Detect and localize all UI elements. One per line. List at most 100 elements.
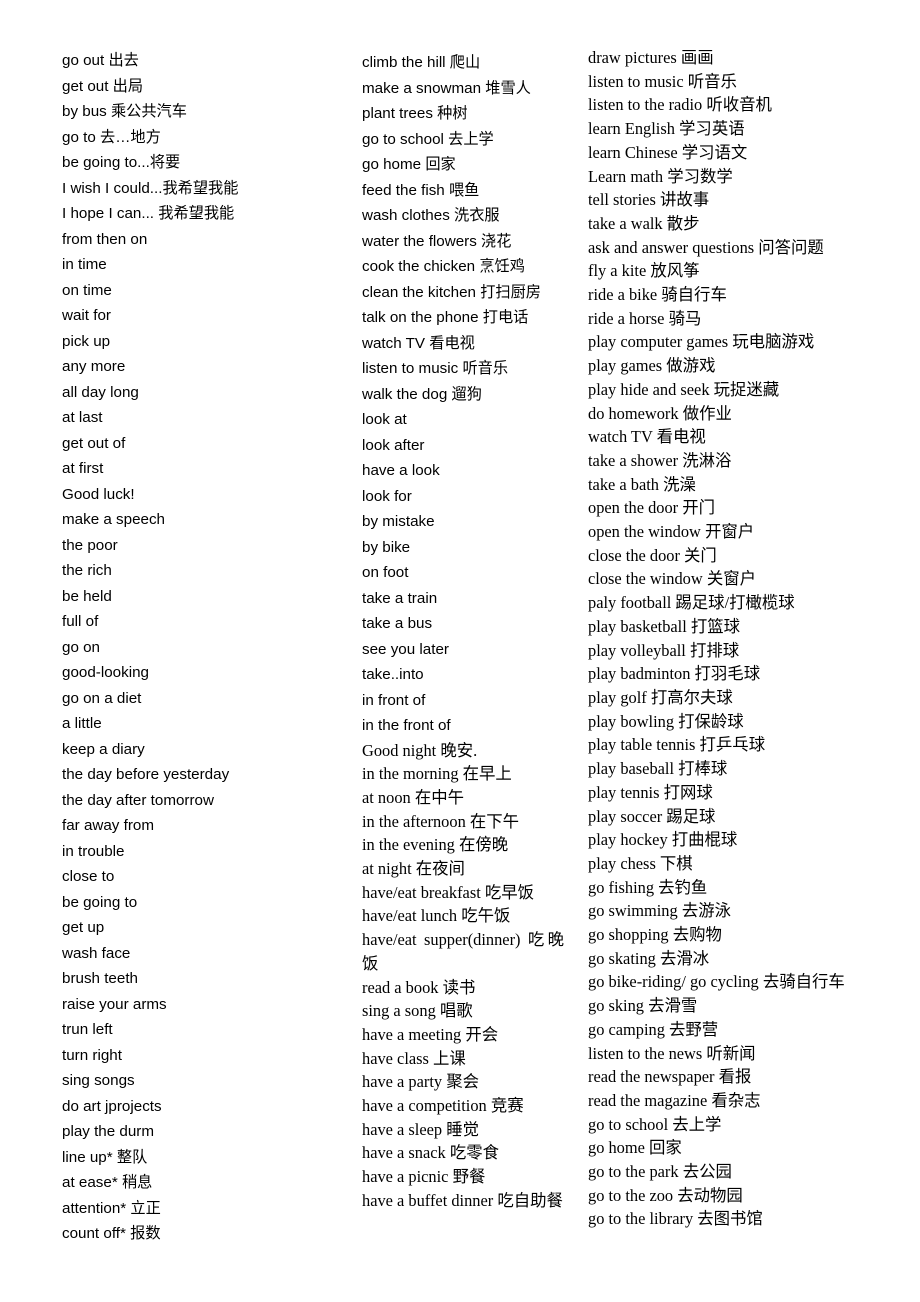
phrase-entry: fly a kite 放风筝: [588, 261, 700, 281]
phrase-entry: read a book 读书: [362, 977, 476, 997]
phrase-entry: do homework 做作业: [588, 403, 732, 423]
phrase-entry: go swimming 去游泳: [588, 901, 731, 921]
phrase-entry: at first: [62, 460, 104, 477]
phrase-entry: go out 出去: [62, 51, 139, 69]
phrase-entry: in the front of: [362, 717, 451, 734]
phrase-entry: raise your arms: [62, 995, 167, 1013]
phrase-entry: the rich: [62, 562, 112, 579]
phrase-entry: on time: [62, 281, 112, 299]
phrase-entry: close to: [62, 868, 115, 885]
phrase-entry: clean the kitchen 打扫厨房: [362, 282, 541, 301]
phrase-entry: do art jprojects: [62, 1097, 162, 1115]
phrase-entry: ask and answer questions 问答问题: [588, 237, 824, 257]
phrase-entry: at noon 在中午: [362, 787, 464, 807]
phrase-entry: a little: [62, 715, 102, 732]
phrase-entry: from then on: [62, 230, 148, 248]
phrase-entry: play hide and seek 玩捉迷藏: [588, 379, 780, 399]
phrase-entry: go on a diet: [62, 689, 142, 707]
phrase-entry: read the magazine 看杂志: [588, 1090, 761, 1110]
phrase-entry: tell stories 讲故事: [588, 190, 710, 210]
phrase-entry: play tennis 打网球: [588, 782, 713, 802]
phrase-entry: get up: [62, 919, 105, 936]
phrase-entry: open the window 开窗户: [588, 522, 755, 542]
phrase-entry: take a bath 洗澡: [588, 474, 696, 494]
phrase-entry: play volleyball 打排球: [588, 640, 740, 660]
phrase-entry: learn English 学习英语: [588, 119, 745, 139]
phrase-entry: good-looking: [62, 664, 149, 681]
phrase-entry: by bus 乘公共汽车: [62, 102, 187, 120]
phrase-entry: cook the chicken 烹饪鸡: [362, 257, 525, 275]
phrase-entry: go bike-riding/ go cycling 去骑自行车: [588, 972, 845, 992]
phrase-entry: have a snack 吃零食: [362, 1143, 499, 1163]
phrase-entry: have a competition 竞赛: [362, 1096, 524, 1116]
phrase-entry: go to 去…地方: [62, 127, 161, 146]
phrase-entry: play hockey 打曲棍球: [588, 830, 738, 850]
phrase-entry: go on: [62, 638, 101, 656]
phrase-entry: play the durm: [62, 1123, 155, 1140]
phrase-entry: have a meeting 开会: [362, 1024, 499, 1044]
phrase-entry: on foot: [362, 564, 409, 581]
phrase-entry: play chess 下棋: [588, 853, 693, 873]
phrase-entry: play computer games 玩电脑游戏: [588, 332, 815, 352]
phrase-entry: see you later: [362, 640, 449, 658]
phrase-entry: water the flowers 浇花: [362, 231, 512, 250]
phrase-entry: go sking 去滑雪: [588, 996, 698, 1016]
phrase-entry: take a train: [362, 589, 438, 607]
phrase-entry: count off* 报数: [62, 1224, 161, 1242]
phrase-entry: play soccer 踢足球: [588, 806, 716, 826]
phrase-entry: at night 在夜间: [362, 859, 465, 879]
phrase-entry: wait for: [62, 307, 111, 324]
phrase-entry: have/eat supper(dinner) 吃晚饭: [362, 930, 564, 973]
phrase-entry: watch TV 看电视: [362, 333, 475, 352]
phrase-entry: go home 回家: [588, 1138, 682, 1158]
phrase-entry: close the window 关窗户: [588, 569, 756, 589]
phrase-entry: sing a song 唱歌: [362, 1001, 473, 1021]
phrase-entry: all day long: [62, 383, 139, 401]
phrase-entry: have/eat lunch 吃午饭: [362, 906, 511, 926]
phrase-entry: go to the library 去图书馆: [588, 1209, 763, 1229]
phrase-entry: keep a diary: [62, 740, 145, 758]
phrase-entry: plant trees 种树: [362, 104, 468, 122]
phrase-column-1: go out 出去 get out 出局 by bus 乘公共汽车 go to 去…地…: [62, 0, 352, 1247]
phrase-entry: by mistake: [362, 513, 435, 530]
phrase-entry: in trouble: [62, 842, 125, 860]
phrase-entry: walk the dog 遛狗: [362, 384, 482, 403]
phrase-entry: Good night 晚安.: [362, 740, 478, 760]
document-page: go out 出去 get out 出局 by bus 乘公共汽车 go to 去…地…: [0, 0, 920, 1302]
phrase-entry: sing songs: [62, 1072, 135, 1089]
phrase-entry: any more: [62, 358, 126, 375]
phrase-entry: the day after tomorrow: [62, 791, 214, 809]
phrase-column-3: draw pictures 画画 listen to music 听音乐 liste…: [588, 0, 908, 1231]
phrase-entry: close the door 关门: [588, 545, 717, 565]
phrase-entry: listen to the news 听新闻: [588, 1043, 756, 1063]
phrase-entry: the poor: [62, 536, 118, 554]
phrase-entry: take a walk 散步: [588, 213, 700, 233]
phrase-entry: in the afternoon 在下午: [362, 811, 520, 831]
phrase-entry: far away from: [62, 817, 154, 834]
phrase-entry: play baseball 打棒球: [588, 759, 728, 779]
phrase-entry: in time: [62, 256, 107, 273]
phrase-entry: by bike: [362, 538, 411, 556]
phrase-entry: play basketball 打篮球: [588, 616, 741, 636]
phrase-entry: trun left: [62, 1021, 113, 1038]
phrase-entry: play bowling 打保龄球: [588, 711, 744, 731]
phrase-entry: the day before yesterday: [62, 766, 230, 783]
phrase-entry: go skating 去滑冰: [588, 948, 710, 968]
phrase-column-2: climb the hill 爬山 make a snowman 堆雪人 plant…: [362, 0, 564, 1213]
phrase-entry: listen to music 听音乐: [362, 359, 509, 377]
phrase-entry: listen to the radio 听收音机: [588, 95, 772, 115]
phrase-entry: make a speech: [62, 511, 165, 528]
phrase-entry: take a bus: [362, 615, 433, 632]
phrase-entry: draw pictures 画画: [588, 48, 714, 67]
phrase-entry: have a look: [362, 462, 440, 479]
phrase-entry: have class 上课: [362, 1048, 466, 1068]
phrase-entry: get out 出局: [62, 76, 144, 95]
phrase-entry: look after: [362, 436, 425, 454]
phrase-entry: ride a bike 骑自行车: [588, 285, 727, 305]
phrase-entry: wash clothes 洗衣服: [362, 206, 500, 224]
phrase-entry: line up* 整队: [62, 1147, 148, 1166]
phrase-entry: full of: [62, 613, 99, 630]
phrase-entry: I hope I can... 我希望我能: [62, 204, 235, 222]
phrase-entry: play table tennis 打乒乓球: [588, 735, 766, 755]
phrase-entry: look at: [362, 411, 407, 428]
